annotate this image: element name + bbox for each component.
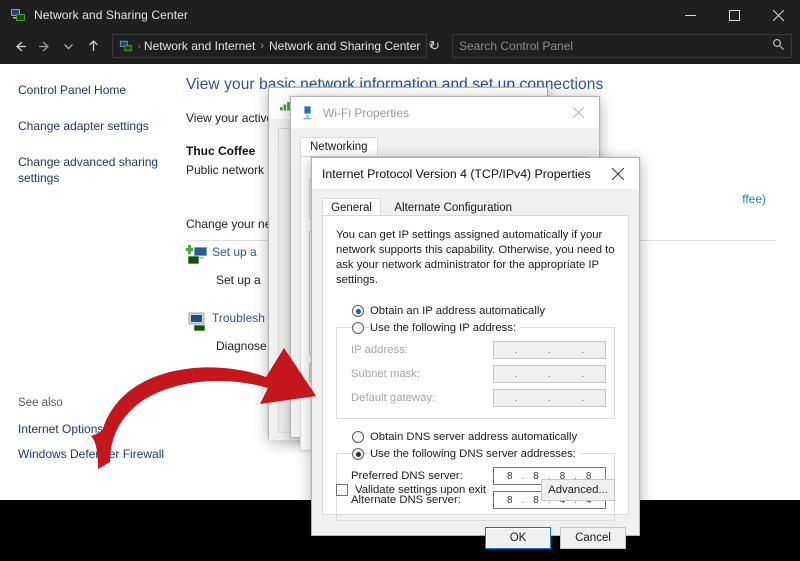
validate-settings-label: Validate settings upon exit bbox=[355, 484, 486, 496]
forward-button[interactable] bbox=[32, 33, 56, 59]
breadcrumb-separator: › bbox=[260, 40, 264, 52]
ipv4-footer: OK Cancel bbox=[312, 515, 639, 561]
see-also-internet-options[interactable]: Internet Options bbox=[18, 422, 164, 436]
radio-use-following-ip-label: Use the following IP address: bbox=[370, 322, 520, 334]
radio-use-following-dns-label: Use the following DNS server addresses: bbox=[370, 448, 580, 460]
window-controls bbox=[668, 0, 800, 30]
checkbox-icon[interactable] bbox=[336, 484, 348, 496]
ipv4-properties-dialog: Internet Protocol Version 4 (TCP/IPv4) P… bbox=[311, 157, 640, 536]
radio-obtain-ip-automatically-label: Obtain an IP address automatically bbox=[370, 305, 545, 317]
cancel-button[interactable]: Cancel bbox=[560, 527, 626, 549]
ok-button[interactable]: OK bbox=[485, 527, 551, 549]
back-button[interactable] bbox=[8, 33, 32, 59]
octet-dot: . bbox=[522, 471, 525, 482]
ipv4-close-icon[interactable] bbox=[597, 158, 639, 189]
default-gateway-input[interactable]: ... bbox=[493, 389, 606, 407]
ipv4-tabstrip: General Alternate Configuration bbox=[312, 189, 639, 215]
sidebar-item-control-panel-home[interactable]: Control Panel Home bbox=[18, 82, 168, 98]
network-sharing-icon bbox=[10, 7, 26, 23]
wifi-properties-tabstrip: Networking bbox=[291, 128, 599, 156]
wifi-properties-titlebar: Wi-Fi Properties bbox=[291, 97, 599, 128]
task-setup-connection-link[interactable]: Set up a bbox=[212, 245, 257, 269]
advanced-button[interactable]: Advanced... bbox=[541, 479, 615, 501]
octet-dot: . bbox=[514, 369, 517, 380]
ipv4-titlebar: Internet Protocol Version 4 (TCP/IPv4) P… bbox=[312, 158, 639, 189]
recent-locations-button[interactable] bbox=[57, 33, 81, 59]
octet-dot: . bbox=[548, 369, 551, 380]
breadcrumb[interactable]: › Network and Internet › Network and Sha… bbox=[112, 34, 428, 58]
new-connection-icon bbox=[186, 245, 212, 269]
active-connection-link[interactable]: ffee) bbox=[742, 192, 766, 206]
sidebar: Control Panel Home Change adapter settin… bbox=[0, 64, 182, 500]
ipv4-dialog-title: Internet Protocol Version 4 (TCP/IPv4) P… bbox=[322, 167, 591, 181]
octet-dot: . bbox=[522, 495, 525, 506]
radio-use-following-ip[interactable]: Use the following IP address: bbox=[336, 322, 615, 334]
control-panel-icon bbox=[119, 39, 133, 53]
search-placeholder: Search Control Panel bbox=[459, 39, 772, 53]
octet-dot: . bbox=[582, 393, 585, 404]
minimize-button[interactable] bbox=[668, 0, 712, 30]
window-titlebar: Network and Sharing Center bbox=[0, 0, 800, 30]
see-also-heading: See also bbox=[18, 397, 164, 409]
octet-dot: . bbox=[548, 393, 551, 404]
breadcrumb-item-network-sharing-center[interactable]: Network and Sharing Center bbox=[269, 39, 420, 53]
see-also-windows-defender-firewall[interactable]: Windows Defender Firewall bbox=[18, 447, 164, 461]
octet-dot: . bbox=[548, 345, 551, 356]
ip-address-input[interactable]: ... bbox=[493, 341, 606, 359]
ipv4-general-page: You can get IP settings assigned automat… bbox=[322, 215, 629, 515]
validate-settings-checkbox[interactable]: Validate settings upon exit bbox=[336, 484, 486, 496]
field-row-ip-address: IP address: ... bbox=[337, 340, 614, 360]
ipv4-description: You can get IP settings assigned automat… bbox=[336, 228, 615, 288]
sidebar-item-change-adapter-settings[interactable]: Change adapter settings bbox=[18, 118, 168, 134]
breadcrumb-root-separator: › bbox=[138, 41, 141, 52]
ip-address-label: IP address: bbox=[351, 344, 493, 356]
radio-icon[interactable] bbox=[352, 431, 364, 443]
sidebar-item-change-advanced-sharing-settings[interactable]: Change advanced sharing settings bbox=[18, 154, 168, 186]
radio-icon[interactable] bbox=[352, 448, 364, 460]
default-gateway-label: Default gateway: bbox=[351, 392, 493, 404]
radio-obtain-dns-automatically[interactable]: Obtain DNS server address automatically bbox=[336, 431, 615, 443]
ip-fields-group: IP address: ... Subnet mask: ... Default… bbox=[336, 327, 615, 419]
preferred-dns-label: Preferred DNS server: bbox=[351, 470, 493, 482]
up-button[interactable] bbox=[81, 33, 105, 59]
search-icon[interactable] bbox=[772, 38, 785, 54]
radio-icon[interactable] bbox=[352, 322, 364, 334]
radio-use-following-dns[interactable]: Use the following DNS server addresses: bbox=[336, 448, 615, 460]
radio-icon[interactable] bbox=[352, 305, 364, 317]
breadcrumb-item-network-internet[interactable]: Network and Internet bbox=[144, 39, 255, 53]
window-title: Network and Sharing Center bbox=[34, 8, 188, 22]
address-bar: › Network and Internet › Network and Sha… bbox=[0, 30, 800, 64]
octet-dot: . bbox=[514, 393, 517, 404]
search-input[interactable]: Search Control Panel bbox=[452, 34, 792, 58]
task-troubleshoot-link[interactable]: Troublesh bbox=[212, 311, 265, 335]
wifi-properties-title: Wi-Fi Properties bbox=[323, 106, 409, 120]
wifi-properties-close-icon[interactable] bbox=[557, 97, 599, 128]
octet-dot: . bbox=[582, 369, 585, 380]
maximize-button[interactable] bbox=[712, 0, 756, 30]
octet-dot: . bbox=[514, 345, 517, 356]
subnet-mask-label: Subnet mask: bbox=[351, 368, 493, 380]
radio-obtain-dns-automatically-label: Obtain DNS server address automatically bbox=[370, 431, 577, 443]
subnet-mask-input[interactable]: ... bbox=[493, 365, 606, 383]
field-row-default-gateway: Default gateway: ... bbox=[337, 388, 614, 408]
octet-dot: . bbox=[582, 345, 585, 356]
radio-obtain-ip-automatically[interactable]: Obtain an IP address automatically bbox=[336, 305, 615, 317]
field-row-subnet-mask: Subnet mask: ... bbox=[337, 364, 614, 384]
see-also-section: See also Internet Options Windows Defend… bbox=[18, 397, 164, 472]
troubleshoot-icon bbox=[186, 311, 212, 335]
refresh-icon[interactable]: ↻ bbox=[427, 38, 446, 54]
octet: 8 bbox=[499, 471, 521, 482]
tab-networking[interactable]: Networking bbox=[300, 137, 378, 157]
close-button[interactable] bbox=[756, 0, 800, 30]
octet: 8 bbox=[499, 495, 521, 506]
network-adapter-icon bbox=[301, 105, 314, 120]
